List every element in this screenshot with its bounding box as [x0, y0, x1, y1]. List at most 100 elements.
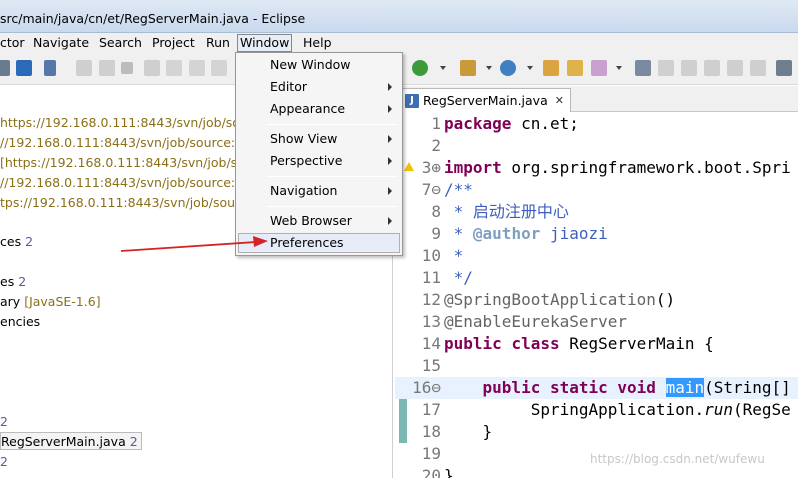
code-line[interactable]: 16⊖ public static void main(String[] [395, 377, 798, 399]
tree-item-count: 2 [18, 274, 27, 289]
resume-icon[interactable] [76, 60, 92, 76]
menu-separator [266, 176, 398, 177]
menu-appearance[interactable]: Appearance [238, 99, 400, 119]
code-line[interactable]: 13 @EnableEurekaServer [395, 311, 798, 333]
menu-search[interactable]: Search [97, 34, 144, 52]
code-line[interactable]: 7⊖/** [395, 179, 798, 201]
code-line[interactable]: 8 * 启动注册中心 [395, 201, 798, 223]
menu-perspective[interactable]: Perspective [238, 151, 400, 171]
line-number: 1 [431, 114, 441, 133]
menu-show-view[interactable]: Show View [238, 129, 400, 149]
tree-item[interactable]: //192.168.0.111:8443/svn/job/source: job [0, 174, 258, 192]
step-return-icon[interactable] [211, 60, 227, 76]
chevron-down-icon[interactable] [527, 66, 533, 70]
annotation-icon[interactable] [681, 60, 697, 76]
line-number: 19 [421, 444, 441, 463]
tree-item[interactable]: ary [JavaSE-1.6] [0, 293, 101, 311]
code-line[interactable]: 3⊕ import org.springframework.boot.Spri [395, 157, 798, 179]
menu-run[interactable]: Run [204, 34, 232, 52]
tree-item[interactable]: [https://192.168.0.111:8443/svn/job/sou [0, 154, 253, 172]
tree-item[interactable]: encies [0, 313, 40, 331]
code-line[interactable]: 18 } [395, 421, 798, 443]
chevron-down-icon[interactable] [486, 66, 492, 70]
menu-new-window[interactable]: New Window [238, 55, 400, 75]
line-number: 10 [421, 246, 441, 265]
code-line[interactable]: 12 @SpringBootApplication() [395, 289, 798, 311]
chevron-down-icon[interactable] [616, 66, 622, 70]
menu-web-browser[interactable]: Web Browser [238, 211, 400, 231]
menu-bar: ctor Navigate Search Project Run Window … [0, 33, 798, 53]
watermark: https://blog.csdn.net/wufewu [590, 452, 765, 466]
tree-item[interactable]: es 2 [0, 273, 26, 291]
pin-icon[interactable] [635, 60, 651, 76]
code-line[interactable]: 14 public class RegServerMain { [395, 333, 798, 355]
next-annotation-icon[interactable] [776, 60, 792, 76]
block-selection-icon[interactable] [704, 60, 720, 76]
search-icon[interactable] [591, 60, 607, 76]
tree-item-label: encies [0, 314, 41, 329]
window-menu-dropdown: New Window Editor Appearance Show View P… [235, 52, 403, 256]
tree-item-count: 2 [0, 414, 8, 429]
code-text: } [444, 422, 493, 441]
submenu-arrow-icon [388, 217, 392, 225]
code-line[interactable]: 2 [395, 135, 798, 157]
word-wrap-icon[interactable] [727, 60, 743, 76]
suspend-icon[interactable] [99, 60, 115, 76]
code-line[interactable]: 17 SpringApplication.run(RegSe [395, 399, 798, 421]
menu-editor[interactable]: Editor [238, 77, 400, 97]
code-line[interactable]: 9 * @author jiaozi [395, 223, 798, 245]
submenu-arrow-icon [388, 83, 392, 91]
code-line[interactable]: 1 package cn.et; [395, 113, 798, 135]
step-over-icon[interactable] [189, 60, 205, 76]
terminate-icon[interactable] [121, 62, 133, 74]
code-editor[interactable]: 1 package cn.et; 2 3⊕ import org.springframe… [395, 112, 798, 478]
code-line[interactable]: 15 [395, 355, 798, 377]
menu-navigate[interactable]: Navigate [31, 34, 91, 52]
editor-tab[interactable]: J RegServerMain.java ✕ [400, 88, 571, 112]
menu-item-label: Navigation [270, 183, 338, 198]
tree-item[interactable]: 2 [0, 413, 8, 431]
skip-breakpoints-icon[interactable] [44, 60, 56, 76]
window-title: src/main/java/cn/et/RegServerMain.java -… [0, 11, 306, 26]
line-number: 15 [421, 356, 441, 375]
show-whitespace-icon[interactable] [750, 60, 766, 76]
tree-item[interactable]: 2 [0, 453, 8, 471]
mark-occurrences-icon[interactable] [658, 60, 674, 76]
menu-project[interactable]: Project [150, 34, 197, 52]
menu-window[interactable]: Window [237, 34, 293, 52]
line-number: 2 [431, 136, 441, 155]
submenu-arrow-icon [388, 105, 392, 113]
menu-navigation[interactable]: Navigation [238, 181, 400, 201]
chevron-down-icon[interactable] [440, 66, 446, 70]
run-icon[interactable] [412, 60, 428, 76]
tree-item-count: 2 [25, 234, 34, 249]
line-number: 11 [421, 268, 441, 287]
new-icon[interactable] [460, 60, 476, 76]
code-line[interactable]: 11 */ [395, 267, 798, 289]
menu-refactor[interactable]: ctor [0, 34, 27, 52]
monitor-icon[interactable] [16, 60, 32, 76]
code-line[interactable]: 10 * [395, 245, 798, 267]
tree-item-label: es [0, 274, 15, 289]
tree-item[interactable]: https://192.168.0.111:8443/svn/job/sourc… [0, 114, 267, 132]
code-text: /** [444, 180, 473, 199]
close-icon[interactable]: ✕ [555, 94, 564, 107]
menu-help[interactable]: Help [301, 34, 334, 52]
open-folder-icon[interactable] [567, 60, 583, 76]
new-class-icon[interactable] [500, 60, 516, 76]
step-into-icon[interactable] [166, 60, 182, 76]
menu-preferences[interactable]: Preferences [238, 233, 400, 253]
open-type-icon[interactable] [543, 60, 559, 76]
tree-item-count: 2 [0, 454, 8, 469]
menu-separator [266, 206, 398, 207]
warning-icon[interactable] [404, 162, 414, 171]
tree-item[interactable]: //192.168.0.111:8443/svn/job/source: job… [0, 134, 264, 152]
toolbar-icon[interactable] [0, 60, 10, 76]
code-text: * 启动注册中心 [444, 202, 569, 221]
tree-item-selected[interactable]: RegServerMain.java 2 [0, 432, 142, 450]
tree-item[interactable]: tps://192.168.0.111:8443/svn/job/source: [0, 194, 259, 212]
disconnect-icon[interactable] [144, 60, 160, 76]
code-text: SpringApplication.run(RegSe [444, 400, 791, 419]
tree-item[interactable]: ces 2 [0, 233, 33, 251]
code-line[interactable]: 20} [395, 465, 798, 478]
